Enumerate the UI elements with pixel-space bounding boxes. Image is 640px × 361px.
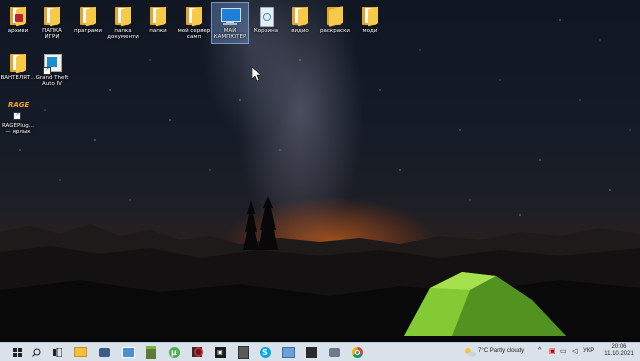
desktop-icon-gta-iv[interactable]: ↗ Grand Theft Auto IV — [34, 53, 70, 87]
recycle-bin-icon — [256, 6, 276, 27]
icon-label: ВАНТЕЛЯТ... — [0, 75, 36, 81]
desktop-icon-papka-igri[interactable]: ПАПКА ИГРИ — [34, 6, 70, 40]
icon-label: Корзина — [253, 28, 279, 34]
network-icon[interactable]: ▭ — [560, 347, 567, 355]
media-app-icon[interactable]: ▣ — [213, 345, 227, 359]
gta-shortcut-icon: ↗ — [42, 53, 62, 75]
desktop-icon-arkhivy[interactable]: архиви — [0, 6, 36, 34]
folder-icon — [8, 53, 28, 74]
desktop-icon-modi[interactable]: моди — [352, 6, 388, 34]
folder-with-app-icon — [8, 6, 28, 27]
desktop-icon-recycle-bin[interactable]: Корзина — [248, 6, 284, 34]
rage-shortcut-icon: RAGE ↗ — [8, 101, 29, 121]
icon-label: папки — [149, 28, 167, 34]
computer-icon — [220, 6, 241, 26]
folder-icon — [148, 6, 168, 27]
icon-label: ПАПКА ИГРИ — [42, 28, 62, 40]
volume-icon[interactable]: ◁ — [572, 347, 577, 355]
icon-label: Grand Theft Auto IV — [35, 75, 69, 87]
language-indicator[interactable]: УКР — [583, 348, 594, 354]
folder-icon — [290, 6, 310, 27]
minecraft-icon[interactable] — [144, 345, 158, 359]
folder-icon — [78, 6, 98, 27]
weather-temp: 7°C — [478, 348, 489, 354]
desktop-icon-my-computer[interactable]: МАЙ КАМПЮТЕР — [211, 2, 249, 44]
landscape — [0, 196, 640, 342]
desktop-icon-rageplugin[interactable]: RAGE ↗ RAGEPlug... — ярлык — [0, 101, 36, 135]
icon-label: видио — [291, 28, 309, 34]
icon-label: моди — [362, 28, 378, 34]
desktop-icon-vantelyat[interactable]: ВАНТЕЛЯТ... — [0, 53, 36, 81]
calculator-icon[interactable] — [236, 345, 250, 359]
taskbar: µ ▣ S 7°C Partly cloudy ^ ▣ ▭ ◁ УКР 20:0… — [0, 342, 640, 361]
desktop-icon-programi[interactable]: праграми — [70, 6, 106, 34]
skype-icon[interactable]: S — [258, 345, 272, 359]
mouse-cursor — [252, 67, 261, 81]
weather-icon[interactable] — [463, 345, 477, 359]
desktop-icon-moi-server-samp[interactable]: мой сервер самп — [176, 6, 212, 40]
icon-label: праграми — [74, 28, 102, 34]
file-explorer-icon[interactable] — [73, 345, 87, 359]
utorrent-icon[interactable]: µ — [167, 345, 181, 359]
opera-icon[interactable] — [191, 345, 205, 359]
photos-app-icon[interactable] — [121, 345, 135, 359]
search-icon[interactable] — [29, 345, 43, 359]
clock-time: 20:06 — [611, 344, 627, 350]
folder-icon — [184, 6, 204, 27]
security-alert-icon[interactable]: ▣ — [549, 347, 556, 355]
terminal-app-icon[interactable] — [304, 345, 318, 359]
clock-date: 11.10.2021 — [604, 351, 634, 357]
folder-icon — [42, 6, 62, 27]
icon-label: мой сервер самп — [177, 28, 211, 40]
folder-icon — [113, 6, 133, 27]
start-button[interactable] — [10, 345, 24, 359]
desktop-icon-papki[interactable]: папки — [140, 6, 176, 34]
notes-app-icon[interactable] — [281, 345, 295, 359]
desktop-icon-vidio[interactable]: видио — [282, 6, 318, 34]
chrome-icon[interactable] — [350, 345, 364, 359]
folder-icon — [325, 6, 345, 27]
task-view-icon[interactable] — [50, 345, 64, 359]
weather-widget[interactable]: 7°C Partly cloudy — [478, 348, 524, 354]
icon-label: архиви — [7, 28, 29, 34]
desktop-icon-papka-dokumenti[interactable]: папка документи — [105, 6, 141, 40]
icon-label: RAGEPlug... — ярлык — [1, 123, 35, 135]
desktop-icon-raskraski[interactable]: раскраски — [317, 6, 353, 34]
icon-label: папка документи — [107, 28, 139, 40]
weather-condition: Partly cloudy — [489, 348, 525, 354]
rage-logo-text: RAGE — [8, 101, 30, 109]
icon-label: МАЙ КАМПЮТЕР — [213, 28, 247, 40]
camera-icon[interactable] — [327, 345, 341, 359]
clock[interactable]: 20:06 11.10.2021 — [601, 344, 637, 358]
folder-icon — [360, 6, 380, 27]
icon-label: раскраски — [320, 28, 350, 34]
camera-app-icon[interactable] — [97, 345, 111, 359]
show-hidden-icons[interactable]: ^ — [538, 347, 541, 354]
desktop[interactable]: архиви ПАПКА ИГРИ праграми папка докумен… — [0, 0, 640, 342]
